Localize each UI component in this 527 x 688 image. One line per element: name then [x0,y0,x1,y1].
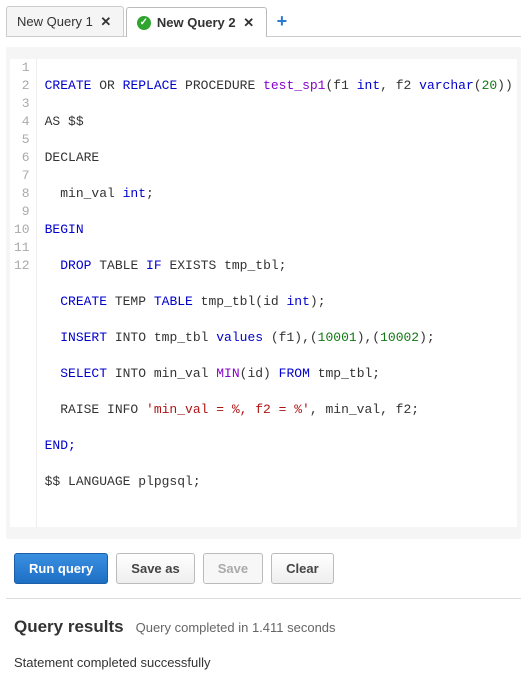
results-message: Statement completed successfully [14,655,513,670]
results-time: Query completed in 1.411 seconds [136,620,336,635]
line-gutter: 123456789101112 [10,59,37,527]
tab-new-query-1[interactable]: New Query 1 ✕ [6,6,124,36]
toolbar: Run query Save as Save Clear [6,539,521,599]
close-icon[interactable]: ✕ [242,16,256,30]
editor-panel: 123456789101112 CREATE OR REPLACE PROCED… [6,47,521,539]
save-as-button[interactable]: Save as [116,553,194,584]
clear-button[interactable]: Clear [271,553,334,584]
tabs-bar: New Query 1 ✕ ✓ New Query 2 ✕ + [0,0,527,36]
sql-editor[interactable]: 123456789101112 CREATE OR REPLACE PROCED… [10,59,517,527]
save-button[interactable]: Save [203,553,263,584]
results-title: Query results [14,617,124,637]
tab-label: New Query 2 [157,15,236,30]
code-area[interactable]: CREATE OR REPLACE PROCEDURE test_sp1(f1 … [37,59,521,527]
tab-new-query-2[interactable]: ✓ New Query 2 ✕ [126,7,267,37]
tab-label: New Query 1 [17,14,93,29]
results-panel: Query results Query completed in 1.411 s… [0,599,527,688]
results-header: Query results Query completed in 1.411 s… [14,617,513,637]
add-tab-button[interactable]: + [269,6,296,36]
run-query-button[interactable]: Run query [14,553,108,584]
success-icon: ✓ [137,16,151,30]
close-icon[interactable]: ✕ [99,15,113,29]
